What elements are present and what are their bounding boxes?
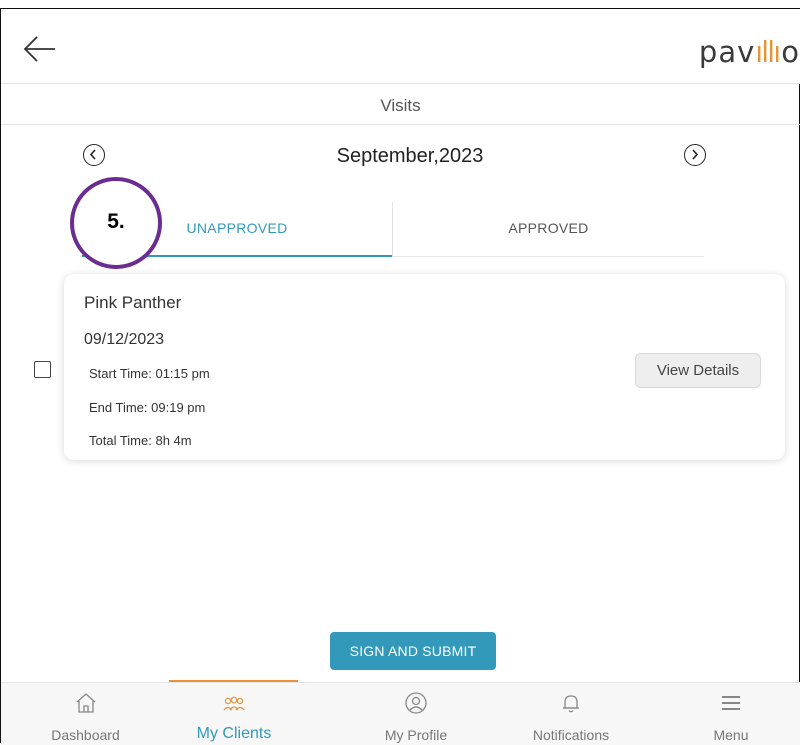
next-month-button[interactable] bbox=[684, 144, 706, 166]
visit-start-time: Start Time: 01:15 pm bbox=[89, 366, 210, 381]
logo-bars-icon bbox=[755, 36, 781, 66]
pavillio-logo: pav o bbox=[699, 35, 800, 75]
nav-item-menu[interactable]: Menu bbox=[661, 683, 801, 745]
client-name: Pink Panther bbox=[84, 293, 182, 312]
nav-label-menu: Menu bbox=[713, 727, 749, 743]
nav-label-notifications: Notifications bbox=[532, 727, 610, 743]
home-icon bbox=[76, 693, 95, 713]
chevron-right-icon bbox=[692, 149, 699, 160]
tab-approved[interactable]: APPROVED bbox=[393, 202, 704, 255]
arrow-left-icon bbox=[23, 36, 55, 62]
nav-item-my-profile[interactable]: My Profile bbox=[331, 683, 501, 745]
clients-icon bbox=[223, 696, 245, 711]
sign-and-submit-button[interactable]: SIGN AND SUBMIT bbox=[330, 632, 496, 670]
nav-item-notifications[interactable]: Notifications bbox=[491, 683, 651, 745]
visit-select-checkbox[interactable] bbox=[34, 361, 51, 378]
app-header: pav o bbox=[1, 9, 800, 84]
visit-total-time: Total Time: 8h 4m bbox=[89, 433, 192, 448]
logo-text-prefix: pav bbox=[698, 35, 756, 69]
step-annotation-label: 5. bbox=[107, 210, 125, 233]
back-button[interactable] bbox=[23, 34, 57, 64]
view-details-button[interactable]: View Details bbox=[635, 353, 761, 388]
profile-icon bbox=[405, 692, 427, 714]
approval-tabs: UNAPPROVED APPROVED bbox=[82, 202, 704, 257]
visit-date: 09/12/2023 bbox=[84, 331, 165, 348]
current-month-label: September,2023 bbox=[336, 145, 484, 167]
page-title: Visits bbox=[1, 84, 800, 125]
bottom-navigation: Dashboard My Clients My Profile Notifica… bbox=[1, 682, 800, 745]
step-annotation-marker: 5. bbox=[70, 177, 162, 269]
nav-label-dashboard: Dashboard bbox=[51, 727, 120, 743]
visit-end-time: End Time: 09:19 pm bbox=[89, 400, 206, 415]
month-navigator: September,2023 bbox=[0, 132, 802, 180]
hamburger-menu-icon bbox=[722, 696, 740, 710]
bell-icon bbox=[563, 695, 579, 713]
visit-card: Pink Panther 09/12/2023 Start Time: 01:1… bbox=[64, 274, 785, 460]
nav-item-my-clients[interactable]: My Clients bbox=[169, 683, 299, 745]
nav-item-dashboard[interactable]: Dashboard bbox=[1, 683, 170, 745]
nav-label-my-clients: My Clients bbox=[196, 725, 272, 742]
nav-label-my-profile: My Profile bbox=[384, 727, 448, 743]
logo-text-suffix: o bbox=[781, 35, 800, 69]
